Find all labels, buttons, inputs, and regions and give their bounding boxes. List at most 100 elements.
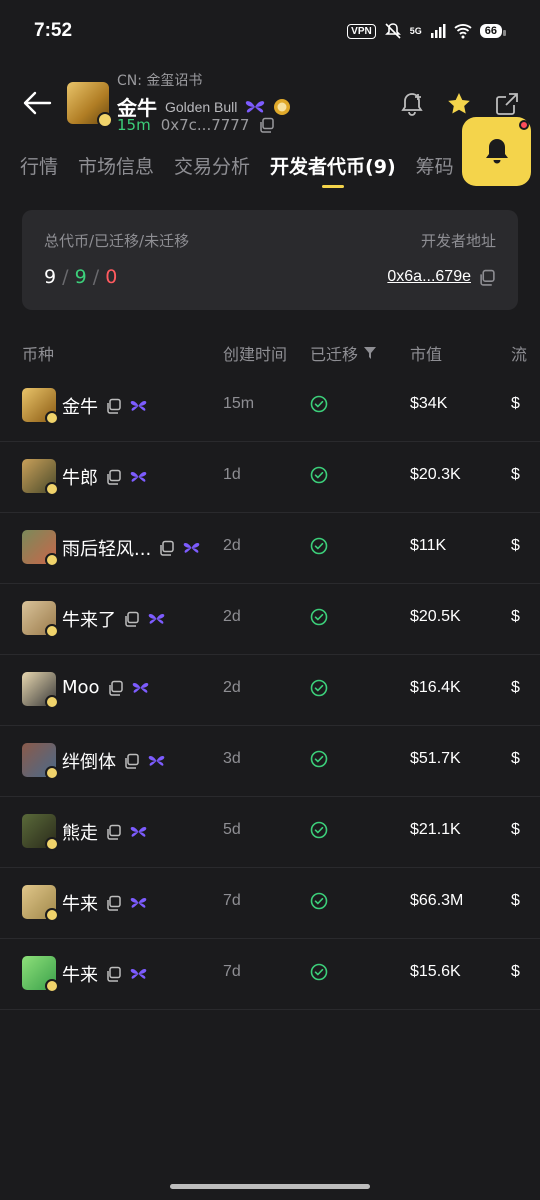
butterfly-icon [148,755,165,766]
more-column-value: $ [511,892,520,909]
token-badge-icon [45,979,59,993]
status-icons: VPN 5G 66 [347,22,507,40]
col-mcap[interactable]: 市值 [410,341,442,365]
token-avatar [67,82,113,128]
dev-address-value[interactable]: 0x6a...679e [387,268,471,286]
token-name-cell: 雨后轻风... [62,535,200,561]
token-name-cell: 牛来了 [62,606,165,632]
token-thumbnail [22,885,59,922]
migrated-check-icon [310,537,328,555]
share-icon[interactable] [494,91,520,117]
token-name-cell: 牛郎 [62,464,147,490]
created-time: 15m [223,395,255,412]
market-cap: $20.3K [410,466,461,483]
butterfly-icon [246,100,265,113]
table-row[interactable]: Moo 2d $16.4K $ [0,655,540,726]
token-name: 金牛 [62,397,98,418]
filter-icon[interactable] [364,347,377,359]
copy-icon[interactable] [259,117,275,133]
market-cap: $15.6K [410,963,461,980]
market-cap: $20.5K [410,608,461,625]
token-name-cell: 绊倒体 [62,748,165,774]
count-separator: / [62,266,75,288]
token-badge-icon [45,411,59,425]
star-icon[interactable] [446,91,472,117]
token-name-cell: 金牛 [62,393,147,419]
created-time: 1d [223,466,241,483]
market-cap: $21.1K [410,821,461,838]
col-more: 流 [511,345,528,364]
token-thumbnail [22,601,59,638]
tab-holdings[interactable]: 筹码 [416,152,454,179]
tab-trade-analysis[interactable]: 交易分析 [174,152,250,179]
cn-name-label: CN: 金玺诏书 [117,73,203,89]
token-badge-icon [45,482,59,496]
table-row[interactable]: 牛郎 1d $20.3K $ [0,442,540,513]
copy-icon[interactable] [479,269,496,286]
copy-icon[interactable] [106,469,122,485]
alert-add-icon[interactable] [399,91,425,117]
butterfly-icon [132,682,148,693]
token-badge-icon [45,908,59,922]
market-cap: $11K [410,537,447,554]
more-column-value: $ [511,608,520,625]
token-name: 牛来了 [62,610,116,631]
notification-button[interactable] [462,117,531,186]
created-time: 2d [223,537,241,554]
token-name: 雨后轻风... [62,539,152,560]
migrated-check-icon [310,466,328,484]
migrated-check-icon [310,750,328,768]
butterfly-icon [130,471,147,482]
dev-address[interactable]: 0x6a...679e [387,268,496,286]
copy-icon[interactable] [106,398,122,414]
signal-icon [430,24,446,38]
copy-icon[interactable] [124,753,140,769]
copy-icon[interactable] [106,824,122,840]
more-column-value: $ [511,466,520,483]
token-thumbnail [22,530,59,567]
token-name-cell: 熊走 [62,819,147,845]
token-thumbnail [22,672,59,709]
home-indicator [170,1184,370,1189]
created-time: 2d [223,608,241,625]
mute-icon [384,23,401,39]
col-created[interactable]: 创建时间 [223,341,287,365]
token-badge-icon [45,695,59,709]
more-column-value: $ [511,679,520,696]
table-row[interactable]: 牛来 7d $66.3M $ [0,868,540,939]
token-name: 牛来 [62,894,98,915]
token-name-cell: 牛来 [62,890,147,916]
tab-developer-tokens[interactable]: 开发者代币(9) [270,152,396,188]
col-migrated[interactable]: 已迁移 [310,341,377,365]
table-row[interactable]: 绊倒体 3d $51.7K $ [0,726,540,797]
butterfly-icon [183,542,200,553]
copy-icon[interactable] [159,540,175,556]
table-row[interactable]: 牛来了 2d $20.5K $ [0,584,540,655]
market-cap: $51.7K [410,750,461,767]
created-time: 5d [223,821,241,838]
copy-icon[interactable] [108,680,124,696]
lion-badge-icon [274,98,291,115]
more-column-value: $ [511,963,520,980]
table-row[interactable]: 雨后轻风... 2d $11K $ [0,513,540,584]
token-name: 牛来 [62,965,98,986]
copy-icon[interactable] [106,966,122,982]
table-row[interactable]: 牛来 7d $15.6K $ [0,939,540,1010]
migrated-check-icon [310,679,328,697]
back-arrow-icon[interactable] [22,90,52,116]
token-badge-icon [97,112,113,128]
copy-icon[interactable] [124,611,140,627]
migrated-count: 9 [74,266,87,288]
table-row[interactable]: 金牛 15m $34K $ [0,371,540,442]
copy-icon[interactable] [106,895,122,911]
token-counts: 9 / 9 / 0 [44,266,117,288]
summary-label: 总代币/已迁移/未迁移 [44,232,190,250]
token-badge-icon [45,766,59,780]
market-cap: $66.3M [410,892,464,909]
tab-market-info[interactable]: 市场信息 [78,152,154,179]
token-badge-icon [45,624,59,638]
tab-market[interactable]: 行情 [20,152,58,179]
count-separator: / [92,266,106,288]
table-row[interactable]: 熊走 5d $21.1K $ [0,797,540,868]
migrated-check-icon [310,608,328,626]
